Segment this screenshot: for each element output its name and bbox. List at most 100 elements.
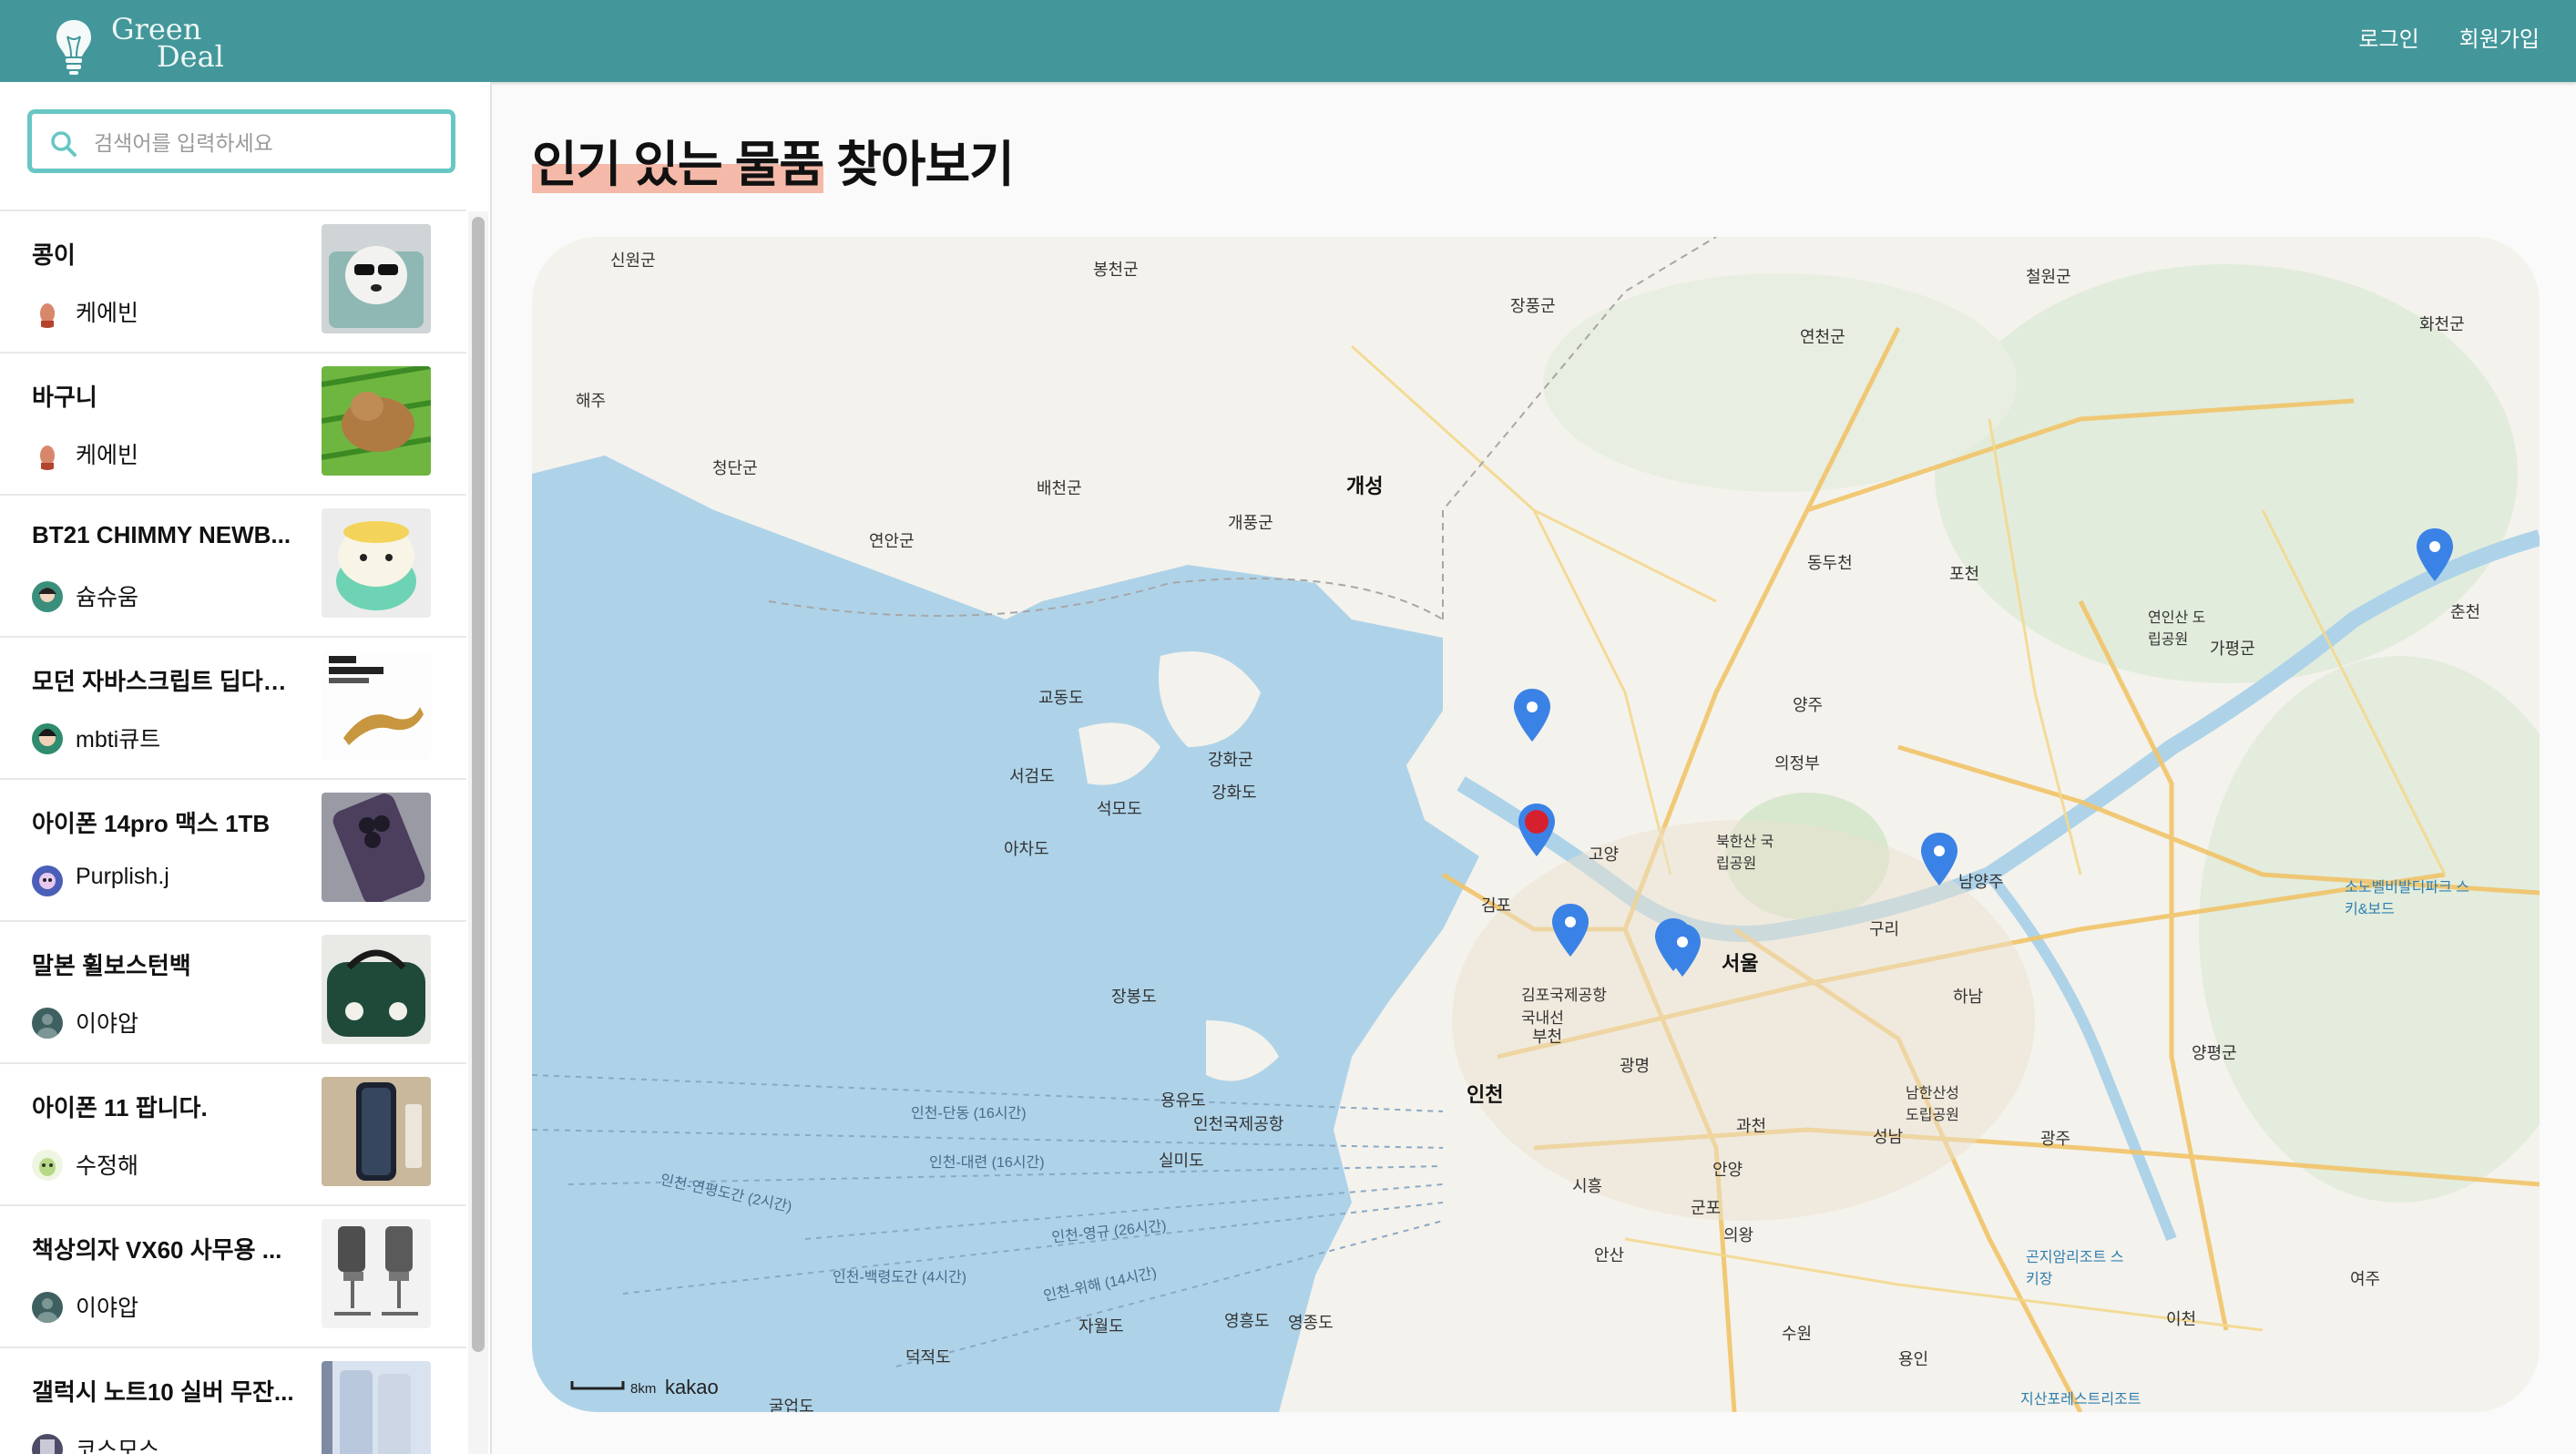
map-view[interactable]: 신원군 봉천군 장풍군 철원군 연천군 화천군 해주 청단군 배천군 개성 연안…: [532, 237, 2540, 1412]
map-place-label: 광명: [1620, 1057, 1651, 1075]
item-title: 갤럭시 노트10 실버 무잔...: [32, 1378, 294, 1406]
item-user: 케에빈: [76, 443, 139, 468]
map-place-label: 굴업도: [769, 1398, 814, 1412]
avatar: [32, 1150, 63, 1181]
map-place-label: 김포국제공항 국내선: [1521, 987, 1607, 1027]
lightbulb-icon: [56, 20, 91, 75]
list-item[interactable]: BT21 CHIMMY NEWB... 슘슈움: [0, 496, 466, 638]
item-thumbnail: [322, 1077, 431, 1186]
list-item[interactable]: 책상의자 VX60 사무용 ... 이야압: [0, 1206, 466, 1348]
map-place-label: 김포: [1481, 896, 1512, 915]
avatar: [32, 1292, 63, 1323]
map-place-label: 강화도: [1211, 783, 1257, 802]
map-place-label: 연인산 도립공원: [2148, 610, 2206, 648]
map-place-label: 강화군: [1208, 751, 1253, 769]
map-place-label: 과천: [1736, 1117, 1767, 1135]
map-place-label: 북한산 국립공원: [1716, 835, 1774, 872]
brand-name-line2: Deal: [157, 39, 224, 74]
item-location-marker[interactable]: [1549, 902, 1591, 960]
item-user: 이야압: [76, 1011, 139, 1037]
item-user: 슘슈움: [76, 585, 139, 610]
avatar: [32, 581, 63, 612]
item-title: 책상의자 VX60 사무용 ...: [32, 1236, 282, 1264]
avatar: [32, 1434, 63, 1454]
item-title: BT21 CHIMMY NEWB...: [32, 521, 291, 548]
map-place-label: 곤지암리조트 스키장: [2026, 1250, 2124, 1287]
map-place-label: 해주: [576, 392, 607, 410]
login-link[interactable]: 로그인: [2358, 22, 2418, 58]
map-place-label: 고양: [1589, 845, 1620, 864]
list-item[interactable]: 말본 휠보스턴백 이야압: [0, 922, 466, 1064]
map-place-label: 여주: [2350, 1270, 2381, 1288]
map-place-label: 배천군: [1037, 479, 1082, 497]
map-place-label: 의정부: [1774, 754, 1820, 773]
item-title: 아이폰 14pro 맥스 1TB: [32, 810, 271, 837]
map-scale-label: 8km: [630, 1381, 657, 1397]
map-place-label: 인천: [1467, 1083, 1504, 1106]
map-place-label: 연안군: [869, 532, 915, 550]
item-location-marker[interactable]: [1661, 922, 1703, 980]
map-place-label: 영흥도: [1224, 1312, 1270, 1330]
map-place-label: 서울: [1722, 952, 1759, 975]
map-place-label: 자월도: [1078, 1317, 1124, 1336]
search-input[interactable]: [92, 123, 442, 163]
map-place-label: 개성: [1346, 475, 1384, 497]
item-thumbnail: [322, 650, 431, 760]
map-place-label: 아차도: [1004, 840, 1049, 858]
map-place-label: 화천군: [2419, 315, 2465, 333]
list-item[interactable]: 갤럭시 노트10 실버 무잔... 코스모스: [0, 1348, 466, 1454]
map-place-label: 양평군: [2192, 1044, 2237, 1062]
item-thumbnail: [322, 366, 431, 476]
map-place-label: 이천: [2166, 1310, 2197, 1328]
map-place-label: 실미도: [1159, 1152, 1204, 1170]
page-title: 인기 있는 물품 찾아보기: [532, 124, 1015, 196]
signup-link[interactable]: 회원가입: [2459, 22, 2540, 58]
sidebar: 콩이 케에빈 바구니 케에빈: [0, 82, 492, 1454]
item-thumbnail: [322, 224, 431, 333]
avatar: [32, 1008, 63, 1039]
list-scrollbar-thumb[interactable]: [472, 217, 485, 1352]
map-place-label: 용인: [1898, 1350, 1929, 1368]
item-location-marker[interactable]: [1511, 687, 1553, 745]
product-list[interactable]: 콩이 케에빈 바구니 케에빈 BT21 CHIMMY NEWB... 슘슈움 모…: [0, 211, 466, 1454]
map-place-label: 석모도: [1097, 800, 1142, 818]
map-place-label: 영종도: [1288, 1314, 1334, 1332]
map-place-label: 인천-대련 (16시간): [929, 1155, 1045, 1171]
map-place-label: 동두천: [1807, 554, 1853, 572]
map-place-label: 서검도: [1009, 767, 1055, 785]
list-item[interactable]: 바구니 케에빈: [0, 353, 466, 496]
list-item[interactable]: 아이폰 11 팝니다. 수정해: [0, 1064, 466, 1206]
map-place-label: 시흥: [1572, 1177, 1603, 1195]
map-place-label: 가평군: [2210, 640, 2255, 658]
search-icon: [51, 131, 77, 157]
page-title-rest: 찾아보기: [836, 138, 1015, 192]
map-place-label: 하남: [1953, 988, 1984, 1006]
green-deal-logo[interactable]: Green Deal: [46, 13, 282, 75]
item-title: 바구니: [32, 384, 97, 411]
item-location-marker[interactable]: [1918, 831, 1960, 889]
map-place-label: 개풍군: [1228, 514, 1273, 532]
map-place-label: 장봉도: [1111, 988, 1157, 1006]
item-thumbnail: [322, 508, 431, 618]
map-place-label: 안양: [1712, 1161, 1743, 1179]
map-place-label: 군포: [1691, 1199, 1722, 1217]
item-title: 말본 휠보스턴백: [32, 952, 191, 979]
item-user: mbti큐트: [76, 727, 161, 753]
map-scale-bar: [570, 1381, 625, 1390]
map-attribution: kakao: [665, 1376, 719, 1398]
map-place-label: 봉천군: [1093, 261, 1139, 279]
map-place-label: 남양주: [1958, 873, 2004, 891]
list-item[interactable]: 콩이 케에빈: [0, 211, 466, 353]
search-box[interactable]: [27, 109, 455, 173]
map-place-label: 인천국제공항: [1193, 1115, 1284, 1133]
item-thumbnail: [322, 935, 431, 1044]
avatar: [32, 297, 63, 328]
map-place-label: 광주: [2040, 1130, 2071, 1148]
list-item[interactable]: 아이폰 14pro 맥스 1TB Purplish.j: [0, 780, 466, 922]
item-location-marker[interactable]: [2414, 527, 2456, 585]
map-place-label: 성남: [1873, 1128, 1904, 1146]
item-user: 코스모스: [76, 1438, 160, 1454]
list-item[interactable]: 모던 자바스크립트 딥다이... mbti큐트: [0, 638, 466, 780]
current-location-marker[interactable]: [1516, 802, 1558, 860]
item-user: 이야압: [76, 1295, 139, 1321]
